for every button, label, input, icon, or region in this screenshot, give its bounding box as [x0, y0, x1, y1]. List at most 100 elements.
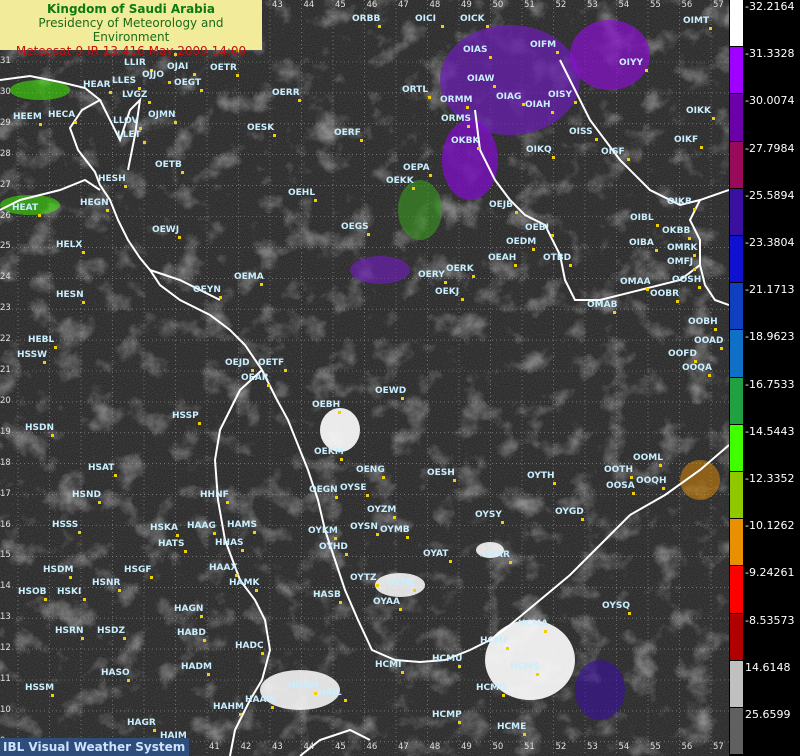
- station-marker: [406, 536, 409, 539]
- station-label-oehl: OEHL: [288, 188, 316, 198]
- station-label-oysn: OYSN: [350, 522, 378, 532]
- station-marker: [367, 233, 370, 236]
- station-label-omfj: OMFJ: [667, 257, 694, 267]
- lon-tick-label: 49: [461, 0, 472, 10]
- station-marker: [338, 411, 341, 414]
- legend-label: 14.6148: [745, 660, 791, 674]
- station-marker: [255, 589, 258, 592]
- legend-label: -23.3804: [745, 236, 795, 249]
- station-label-hcme: HCME: [497, 722, 527, 732]
- station-label-oegt: OEGT: [174, 78, 202, 88]
- station-label-hsnr: HSNR: [92, 578, 121, 588]
- station-marker: [551, 111, 554, 114]
- station-label-hsdz: HSDZ: [97, 626, 126, 636]
- station-label-oyhd: OYHD: [319, 542, 348, 552]
- station-marker: [314, 692, 317, 695]
- station-marker: [78, 531, 81, 534]
- station-marker: [645, 69, 648, 72]
- station-marker: [552, 156, 555, 159]
- station-marker: [239, 713, 242, 716]
- legend-label: -32.2164: [745, 0, 795, 13]
- station-label-hagr: HAGR: [127, 718, 156, 728]
- station-label-oyaa: OYAA: [373, 597, 400, 607]
- station-marker: [532, 248, 535, 251]
- station-label-oeyn: OEYN: [193, 285, 221, 295]
- station-label-oikf: OIKF: [674, 135, 699, 145]
- station-marker: [298, 99, 301, 102]
- station-marker: [360, 139, 363, 142]
- lat-tick-label: 23: [0, 303, 11, 314]
- station-marker: [226, 501, 229, 504]
- station-marker: [241, 549, 244, 552]
- station-marker: [486, 25, 489, 28]
- station-label-oosa: OOSA: [606, 481, 635, 491]
- station-marker: [181, 171, 184, 174]
- station-marker: [198, 422, 201, 425]
- station-marker: [461, 298, 464, 301]
- satellite-map[interactable]: ORBBOICIOICKOIFMOIASOIMTOJMFOJAMLLIROJAI…: [0, 0, 729, 756]
- lat-tick-label: 21: [0, 365, 11, 375]
- station-label-okbb: OKBB: [662, 226, 691, 236]
- station-marker: [200, 615, 203, 618]
- legend-label: -16.7533: [745, 377, 795, 391]
- station-marker: [345, 553, 348, 556]
- station-marker: [123, 637, 126, 640]
- legend-label: -8.53573: [745, 613, 795, 627]
- station-label-hams: HAMS: [227, 520, 257, 530]
- color-legend: -32.2164 -31.3328 -30.0074 -27.7984 -25.5894…: [729, 0, 800, 756]
- station-marker: [114, 474, 117, 477]
- lat-tick-label: 24: [0, 272, 11, 283]
- lat-tick-label: 26: [0, 210, 11, 221]
- station-marker: [168, 81, 171, 84]
- lon-tick-label: 53: [587, 0, 598, 10]
- station-marker: [662, 487, 665, 490]
- station-label-hesh: HESH: [98, 174, 126, 184]
- station-label-oerf: OERF: [334, 128, 361, 138]
- station-marker: [271, 706, 274, 709]
- station-marker: [83, 598, 86, 601]
- station-label-orbb: ORBB: [352, 14, 381, 24]
- legend-label: -12.3352: [745, 472, 795, 485]
- lat-tick-label: 22: [0, 334, 11, 345]
- station-label-oosh: OOSH: [672, 275, 702, 285]
- station-marker: [344, 699, 347, 702]
- station-label-hesn: HESN: [56, 290, 84, 300]
- station-label-oekm: OEKM: [314, 447, 344, 457]
- station-marker: [284, 369, 287, 372]
- station-label-ojmn: OJMN: [148, 110, 176, 120]
- lat-tick-label: 13: [0, 612, 11, 623]
- station-label-oetr: OETR: [210, 63, 237, 73]
- station-label-hsrn: HSRN: [55, 626, 84, 636]
- lon-tick-label: 55: [650, 742, 661, 752]
- station-marker: [501, 521, 504, 524]
- station-label-oimt: OIMT: [683, 16, 710, 26]
- station-label-hcmp: HCMP: [432, 710, 462, 720]
- station-label-hats: HATS: [158, 539, 185, 549]
- legend-label: -21.1713: [745, 283, 795, 297]
- legend-swatch: [730, 141, 743, 188]
- lat-tick-label: 16: [0, 519, 11, 530]
- lon-tick-label: 47: [398, 742, 409, 752]
- station-label-hagn: HAGN: [174, 604, 204, 614]
- station-marker: [506, 647, 509, 650]
- station-label-haaw: HAAW: [245, 695, 276, 705]
- station-marker: [698, 286, 701, 289]
- station-marker: [235, 574, 238, 577]
- station-marker: [399, 608, 402, 611]
- station-label-oedm: OEDM: [506, 237, 537, 247]
- station-marker: [43, 361, 46, 364]
- station-marker: [412, 187, 415, 190]
- station-label-oear: OEAR: [241, 373, 269, 383]
- station-label-haag: HAAG: [187, 521, 216, 531]
- station-marker: [54, 346, 57, 349]
- station-label-hcmu: HCMU: [432, 654, 463, 664]
- station-marker: [553, 482, 556, 485]
- station-marker: [382, 476, 385, 479]
- lon-tick-label: 45: [335, 742, 346, 752]
- station-label-oykm: OYKM: [308, 526, 338, 536]
- station-marker: [109, 91, 112, 94]
- lon-tick-label: 50: [492, 742, 504, 752]
- station-label-hsob: HSOB: [18, 587, 47, 597]
- station-label-oofd: OOFD: [668, 349, 697, 359]
- station-label-oysy: OYSY: [475, 510, 502, 520]
